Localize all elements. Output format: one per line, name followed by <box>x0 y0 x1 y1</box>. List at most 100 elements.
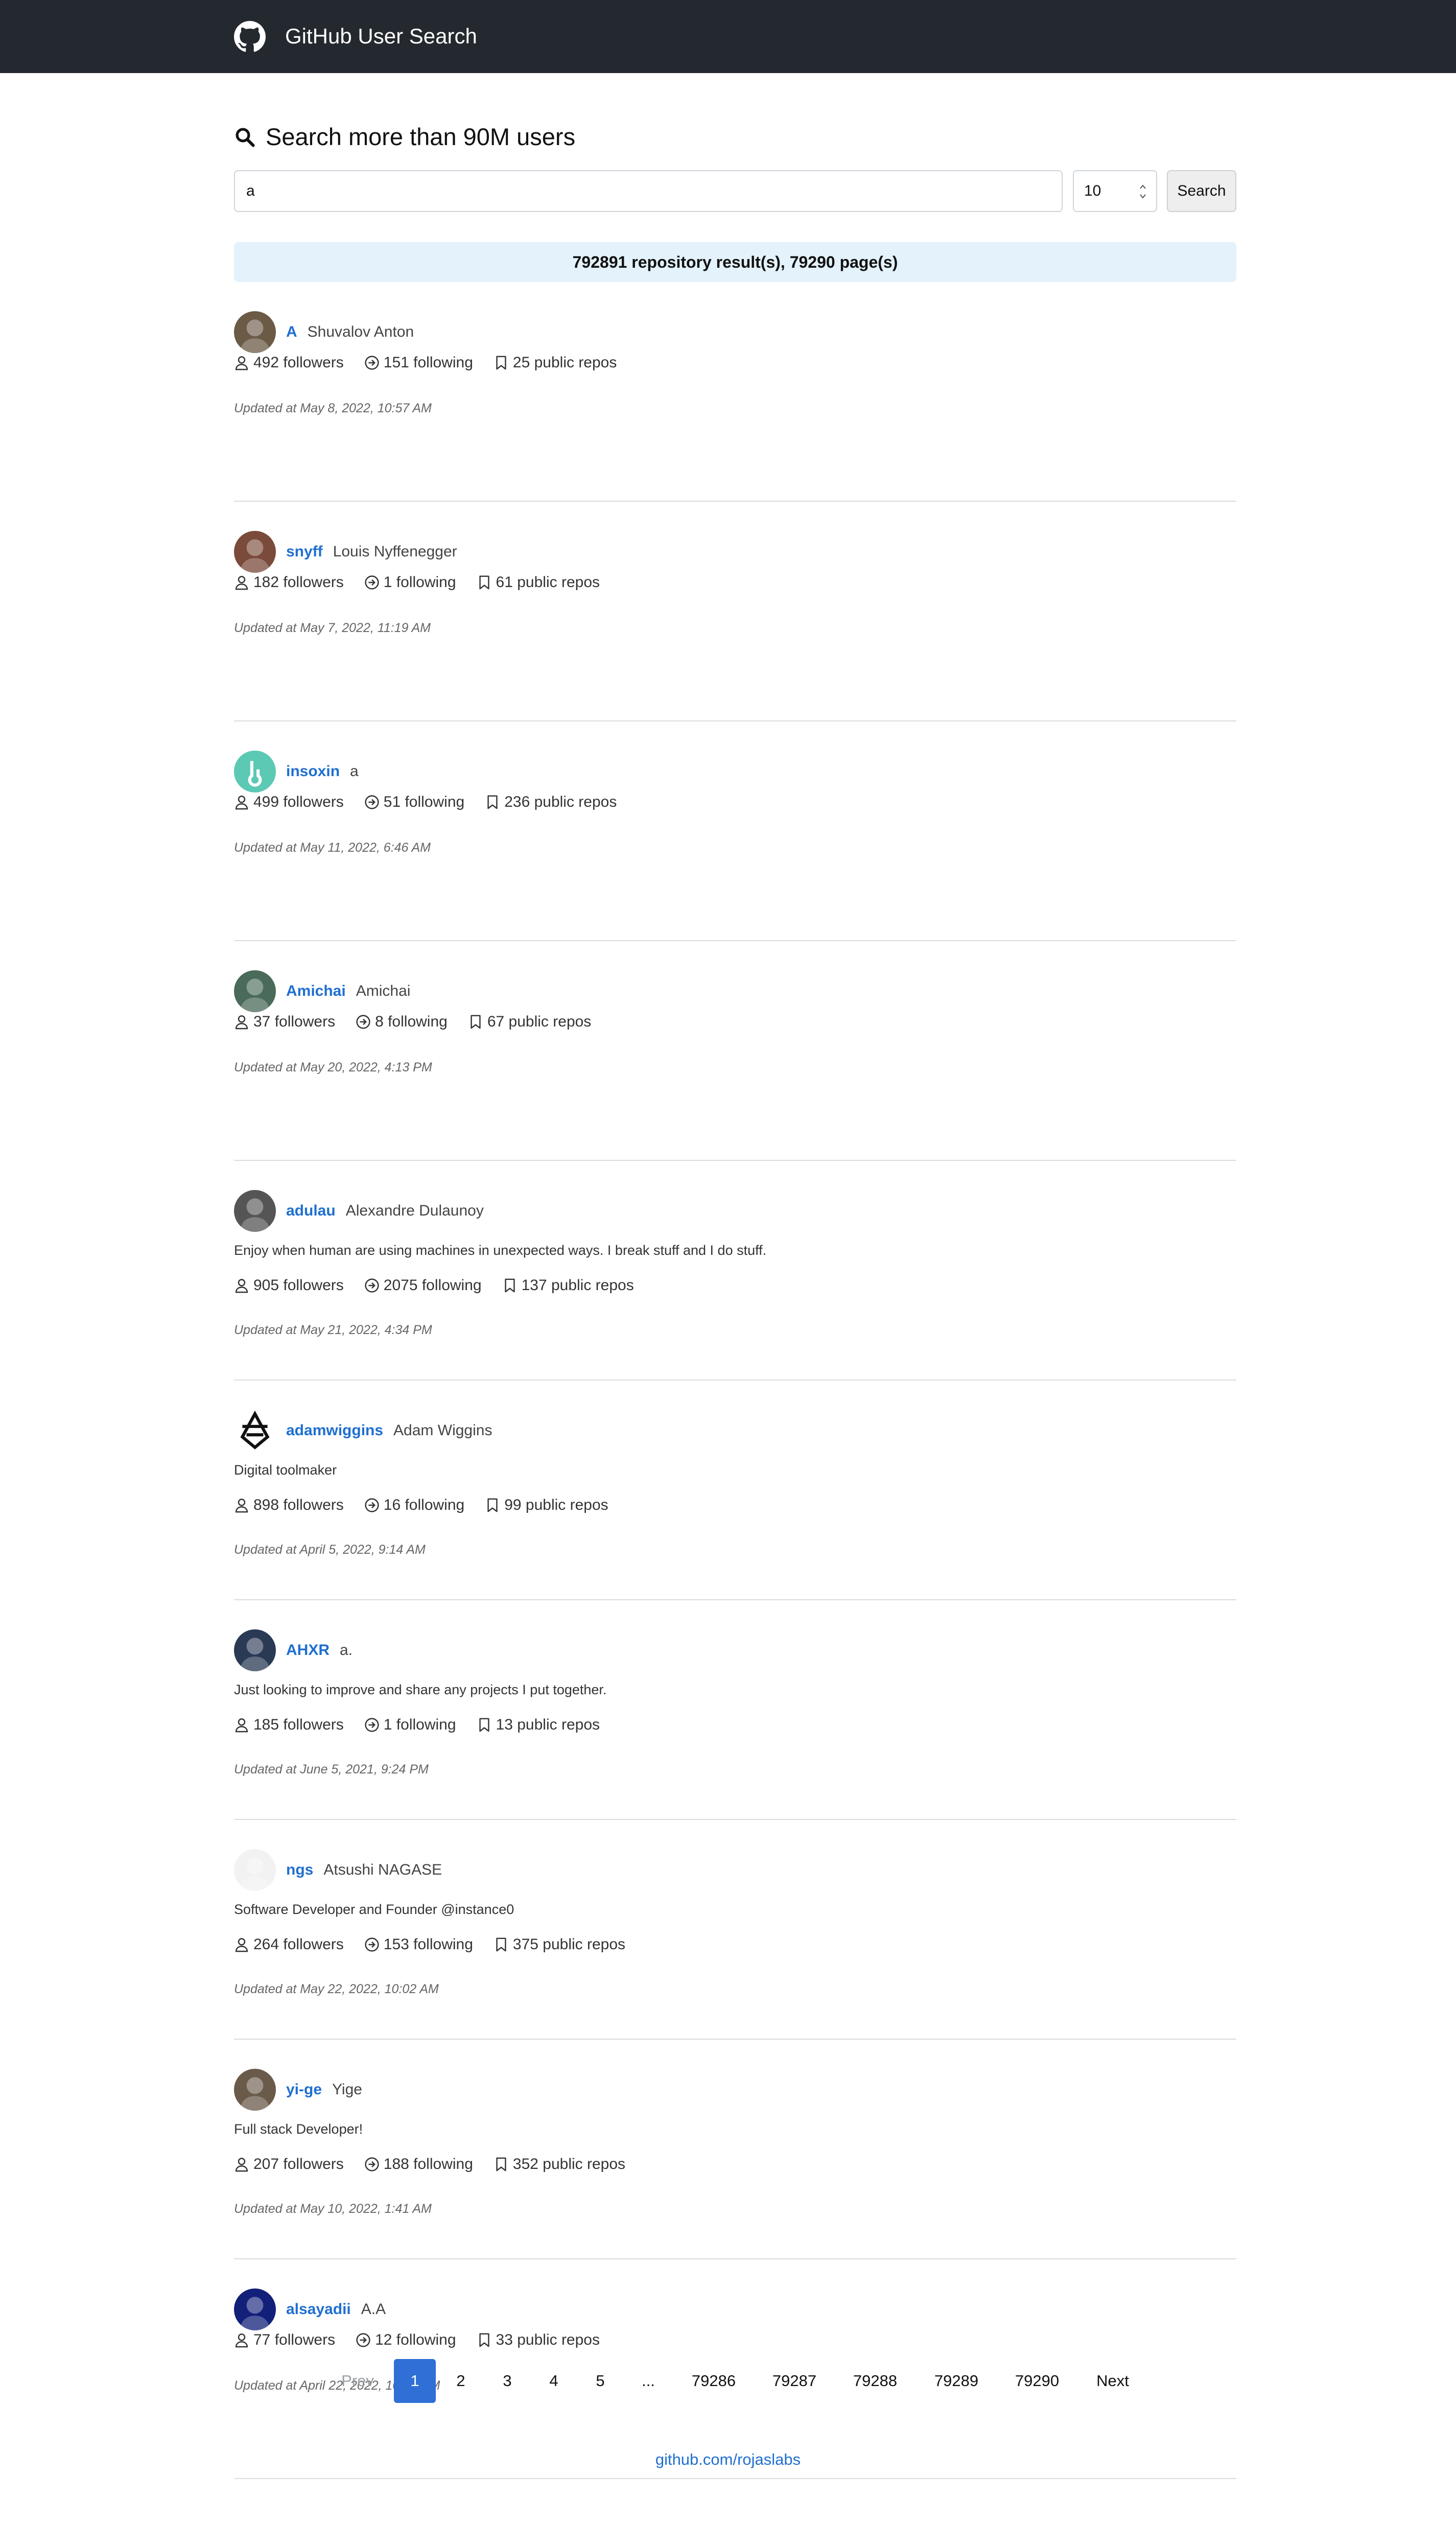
user-full-name: Yige <box>332 2081 362 2098</box>
user-full-name: Adam Wiggins <box>393 1422 492 1439</box>
user-header: insoxin a <box>234 751 359 792</box>
repos-count: 375 public repos <box>512 1936 626 1953</box>
followers-stat: 182 followers <box>234 574 344 591</box>
followers-count: 185 followers <box>253 1716 344 1733</box>
user-login-link[interactable]: ngs <box>286 1861 313 1879</box>
per-page-stepper[interactable]: 10 <box>1073 170 1157 212</box>
avatar[interactable] <box>234 531 276 573</box>
avatar[interactable] <box>234 1849 276 1891</box>
followers-count: 264 followers <box>253 1936 344 1953</box>
bookmark-icon <box>496 1937 506 1952</box>
user-stats: 185 followers 1 following 13 public repos <box>234 1716 620 1734</box>
followers-stat: 77 followers <box>234 2331 335 2349</box>
user-stats: 77 followers 12 following 33 public repos <box>234 2331 620 2349</box>
user-list-item: adamwiggins Adam Wiggins Digital toolmaker… <box>234 1381 1236 1600</box>
repos-count: 61 public repos <box>496 574 600 591</box>
user-login-link[interactable]: A <box>286 323 297 341</box>
updated-timestamp: Updated at May 22, 2022, 10:02 AM <box>234 1982 439 1996</box>
avatar[interactable] <box>234 2288 276 2330</box>
user-stats: 207 followers 188 following 352 public rep… <box>234 2156 646 2173</box>
pagination-prev[interactable]: Prev <box>319 2359 396 2403</box>
following-stat: 153 following <box>364 1936 473 1953</box>
repos-stat: 352 public repos <box>494 2156 625 2173</box>
bookmark-icon <box>496 2157 506 2171</box>
updated-timestamp: Updated at April 5, 2022, 9:14 AM <box>234 1543 426 1557</box>
followers-count: 77 followers <box>253 2331 336 2348</box>
updated-timestamp: Updated at May 21, 2022, 4:34 PM <box>234 1323 432 1337</box>
avatar[interactable] <box>234 970 276 1012</box>
following-count: 51 following <box>383 793 465 810</box>
pagination-page[interactable]: 79289 <box>918 2359 995 2403</box>
repos-count: 236 public repos <box>504 793 617 810</box>
following-count: 12 following <box>375 2331 456 2348</box>
followers-stat: 898 followers <box>234 1497 344 1514</box>
following-stat: 51 following <box>364 793 464 811</box>
avatar[interactable] <box>234 1629 276 1671</box>
user-login-link[interactable]: adulau <box>286 1202 336 1220</box>
user-login-link[interactable]: snyff <box>286 543 323 560</box>
user-list-item: AHXR a. Just looking to improve and share … <box>234 1600 1236 1820</box>
results-summary-banner: 792891 repository result(s), 79290 page(… <box>234 242 1236 282</box>
following-count: 153 following <box>383 1936 473 1953</box>
user-bio: Just looking to improve and share any pr… <box>234 1682 607 1697</box>
arrow-circle-icon <box>365 2157 379 2171</box>
following-count: 1 following <box>383 1716 456 1733</box>
following-stat: 12 following <box>356 2331 456 2349</box>
pagination-page[interactable]: 79290 <box>999 2359 1075 2403</box>
github-logo-icon[interactable] <box>234 21 266 53</box>
footer-link[interactable]: github.com/rojaslabs <box>0 2450 1456 2469</box>
person-icon <box>235 576 248 590</box>
repos-stat: 137 public repos <box>502 1277 634 1294</box>
user-full-name: Atsushi NAGASE <box>323 1861 442 1878</box>
user-login-link[interactable]: Amichai <box>286 983 346 1000</box>
followers-count: 492 followers <box>253 354 344 371</box>
followers-stat: 492 followers <box>234 354 344 371</box>
repos-stat: 61 public repos <box>477 574 600 591</box>
spinner-arrows-icon[interactable] <box>1139 182 1147 201</box>
user-full-name: a. <box>340 1642 353 1658</box>
avatar[interactable] <box>234 2069 276 2111</box>
user-list-item: snyff Louis Nyffenegger 182 followers 1 fol… <box>234 502 1236 721</box>
repos-stat: 375 public repos <box>494 1936 625 1953</box>
arrow-circle-icon <box>365 1498 379 1512</box>
avatar[interactable] <box>234 751 276 792</box>
search-heading: Search more than 90M users <box>234 123 575 151</box>
repos-count: 137 public repos <box>521 1277 634 1294</box>
followers-count: 182 followers <box>253 574 344 591</box>
user-stats: 264 followers 153 following 375 public rep… <box>234 1936 646 1953</box>
arrow-circle-icon <box>365 1278 379 1293</box>
user-list-item: ngs Atsushi NAGASE Software Developer and … <box>234 1820 1236 2040</box>
pagination-next[interactable]: Next <box>1074 2359 1151 2403</box>
pagination-page[interactable]: 79288 <box>837 2359 913 2403</box>
user-stats: 499 followers 51 following 236 public repo… <box>234 793 637 811</box>
user-header: AHXR a. <box>234 1629 353 1671</box>
avatar[interactable] <box>234 1410 276 1452</box>
arrow-circle-icon <box>356 2333 370 2347</box>
user-login-link[interactable]: yi-ge <box>286 2081 322 2098</box>
user-login-link[interactable]: adamwiggins <box>286 1422 383 1439</box>
user-login-link[interactable]: AHXR <box>286 1642 330 1659</box>
user-header: snyff Louis Nyffenegger <box>234 531 457 573</box>
following-stat: 8 following <box>356 1013 448 1031</box>
user-login-link[interactable]: insoxin <box>286 763 340 780</box>
repos-count: 25 public repos <box>512 354 617 371</box>
pagination-page[interactable]: 79287 <box>756 2359 833 2403</box>
user-full-name: Alexandre Dulaunoy <box>345 1202 484 1219</box>
following-stat: 2075 following <box>364 1277 482 1294</box>
user-bio: Full stack Developer! <box>234 2121 363 2137</box>
user-full-name: A.A <box>361 2301 386 2318</box>
user-full-name: Louis Nyffenegger <box>333 543 457 560</box>
repos-count: 352 public repos <box>512 2156 626 2172</box>
repos-stat: 67 public repos <box>468 1013 591 1031</box>
avatar[interactable] <box>234 1190 276 1232</box>
user-header: A Shuvalov Anton <box>234 311 414 353</box>
person-icon <box>235 2333 248 2348</box>
user-stats: 905 followers 2075 following 137 public re… <box>234 1277 654 1294</box>
updated-timestamp: Updated at June 5, 2021, 9:24 PM <box>234 1762 429 1777</box>
user-login-link[interactable]: alsayadii <box>286 2301 351 2318</box>
pagination-page[interactable]: 79286 <box>675 2359 752 2403</box>
avatar[interactable] <box>234 311 276 353</box>
bookmark-icon <box>487 1498 498 1512</box>
search-input[interactable] <box>234 170 1063 212</box>
search-button[interactable]: Search <box>1167 170 1236 212</box>
